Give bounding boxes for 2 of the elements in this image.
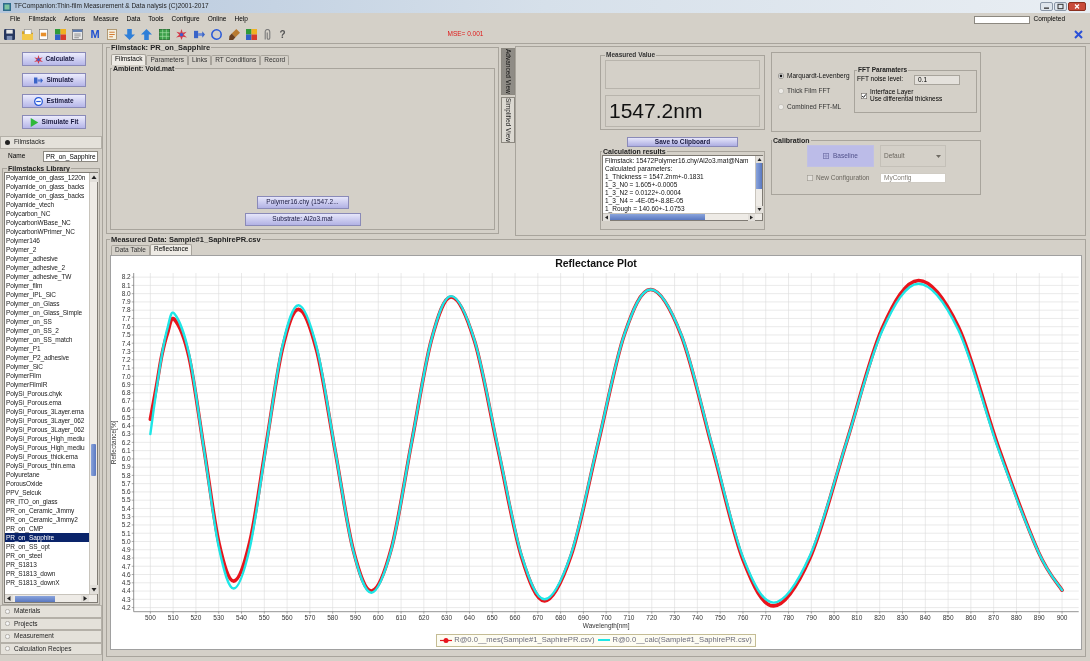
measured-value: 1547.2nm [605,94,760,127]
chart-title: Reflectance Plot [555,258,637,269]
